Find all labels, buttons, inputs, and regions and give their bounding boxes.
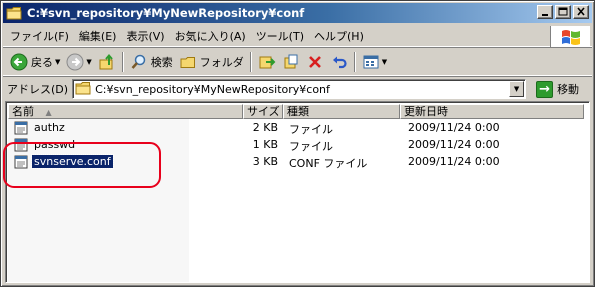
go-button[interactable]: → 移動 xyxy=(536,80,580,98)
column-header-type[interactable]: 種類 xyxy=(283,104,400,119)
search-icon xyxy=(130,53,148,71)
address-value: C:¥svn_repository¥MyNewRepository¥conf xyxy=(95,82,330,96)
explorer-window: C:¥svn_repository¥MyNewRepository¥conf フ… xyxy=(0,0,595,287)
column-header-name[interactable]: 名前 ▲ xyxy=(8,104,243,119)
file-icon xyxy=(14,155,28,169)
file-icon xyxy=(14,121,28,135)
file-size: 1 KB xyxy=(252,138,278,151)
file-modified: 2009/11/24 0:00 xyxy=(408,155,500,168)
delete-icon xyxy=(306,53,324,71)
menu-edit[interactable]: 編集(E) xyxy=(74,26,122,46)
close-icon xyxy=(577,7,585,16)
folders-label: フォルダ xyxy=(199,56,244,69)
file-modified: 2009/11/24 0:00 xyxy=(408,138,500,151)
minimize-icon xyxy=(542,14,548,16)
copy-to-icon xyxy=(282,53,300,71)
file-name: passwd xyxy=(34,138,76,151)
toolbar-separator xyxy=(249,52,252,72)
close-button[interactable] xyxy=(573,5,589,19)
copy-to-button[interactable] xyxy=(279,51,303,73)
file-modified: 2009/11/24 0:00 xyxy=(408,121,500,134)
folder-icon xyxy=(6,6,22,20)
forward-arrow-icon xyxy=(66,53,84,71)
back-arrow-icon xyxy=(10,53,28,71)
file-type: ファイル xyxy=(289,123,333,136)
toolbar-separator xyxy=(121,52,124,72)
folder-icon xyxy=(75,81,91,98)
views-button[interactable]: ▼ xyxy=(359,51,390,73)
back-label: 戻る xyxy=(31,56,53,69)
folders-button[interactable]: フォルダ xyxy=(176,51,247,73)
list-item-selected[interactable]: svnserve.conf 3 KB CONF ファイル 2009/11/24 … xyxy=(8,154,588,171)
menu-help[interactable]: ヘルプ(H) xyxy=(309,26,369,46)
back-button[interactable]: 戻る ▼ xyxy=(7,51,63,73)
standard-toolbar: 戻る ▼ ▼ 検索 フォルダ ▼ xyxy=(3,49,592,76)
caption-buttons xyxy=(535,5,589,19)
file-list[interactable]: 名前 ▲ サイズ 種類 更新日時 authz 2 KB ファイル 2009/11… xyxy=(5,101,590,283)
search-label: 検索 xyxy=(150,56,173,69)
sort-ascending-icon: ▲ xyxy=(45,108,52,117)
views-icon xyxy=(362,53,380,71)
windows-logo xyxy=(550,26,590,47)
forward-button[interactable]: ▼ xyxy=(63,51,94,73)
address-dropdown-button[interactable]: ▼ xyxy=(509,81,525,97)
address-label: アドレス(D) xyxy=(7,83,69,96)
minimize-button[interactable] xyxy=(537,5,553,19)
go-arrow-icon: → xyxy=(536,80,554,98)
menu-view[interactable]: 表示(V) xyxy=(121,26,169,46)
forward-dropdown-icon[interactable]: ▼ xyxy=(86,58,91,66)
file-type: CONF ファイル xyxy=(289,157,368,170)
maximize-icon xyxy=(558,7,568,16)
address-input[interactable]: C:¥svn_repository¥MyNewRepository¥conf ▼ xyxy=(72,79,527,99)
move-to-button[interactable] xyxy=(255,51,279,73)
maximize-button[interactable] xyxy=(555,5,571,19)
file-name: authz xyxy=(34,121,65,134)
column-header-size[interactable]: サイズ xyxy=(243,104,283,119)
file-name: svnserve.conf xyxy=(31,154,114,169)
file-type: ファイル xyxy=(289,140,333,153)
undo-icon xyxy=(330,53,348,71)
windows-flag-icon xyxy=(561,29,580,45)
file-size: 3 KB xyxy=(252,155,278,168)
go-label: 移動 xyxy=(557,83,580,96)
search-button[interactable]: 検索 xyxy=(127,51,176,73)
column-header-modified[interactable]: 更新日時 xyxy=(400,104,584,119)
menu-tools[interactable]: ツール(T) xyxy=(251,26,309,46)
window-title: C:¥svn_repository¥MyNewRepository¥conf xyxy=(27,6,305,20)
title-bar[interactable]: C:¥svn_repository¥MyNewRepository¥conf xyxy=(3,3,592,23)
file-size: 2 KB xyxy=(252,121,278,134)
views-dropdown-icon[interactable]: ▼ xyxy=(382,58,387,66)
menu-favorites[interactable]: お気に入り(A) xyxy=(170,26,251,46)
list-item[interactable]: passwd 1 KB ファイル 2009/11/24 0:00 xyxy=(8,137,588,154)
undo-button[interactable] xyxy=(327,51,351,73)
menu-bar: ファイル(F) 編集(E) 表示(V) お気に入り(A) ツール(T) ヘルプ(… xyxy=(3,25,592,47)
toolbar-separator xyxy=(353,52,356,72)
menu-file[interactable]: ファイル(F) xyxy=(5,26,74,46)
folders-icon xyxy=(179,53,197,71)
chevron-down-icon: ▼ xyxy=(513,85,520,93)
list-header: 名前 ▲ サイズ 種類 更新日時 xyxy=(8,104,584,119)
file-icon xyxy=(14,138,28,152)
delete-button[interactable] xyxy=(303,51,327,73)
up-folder-icon xyxy=(98,53,116,71)
back-dropdown-icon[interactable]: ▼ xyxy=(55,58,60,66)
move-to-icon xyxy=(258,53,276,71)
list-item[interactable]: authz 2 KB ファイル 2009/11/24 0:00 xyxy=(8,120,588,137)
up-folder-button[interactable] xyxy=(95,51,119,73)
address-bar: アドレス(D) C:¥svn_repository¥MyNewRepositor… xyxy=(3,78,592,100)
